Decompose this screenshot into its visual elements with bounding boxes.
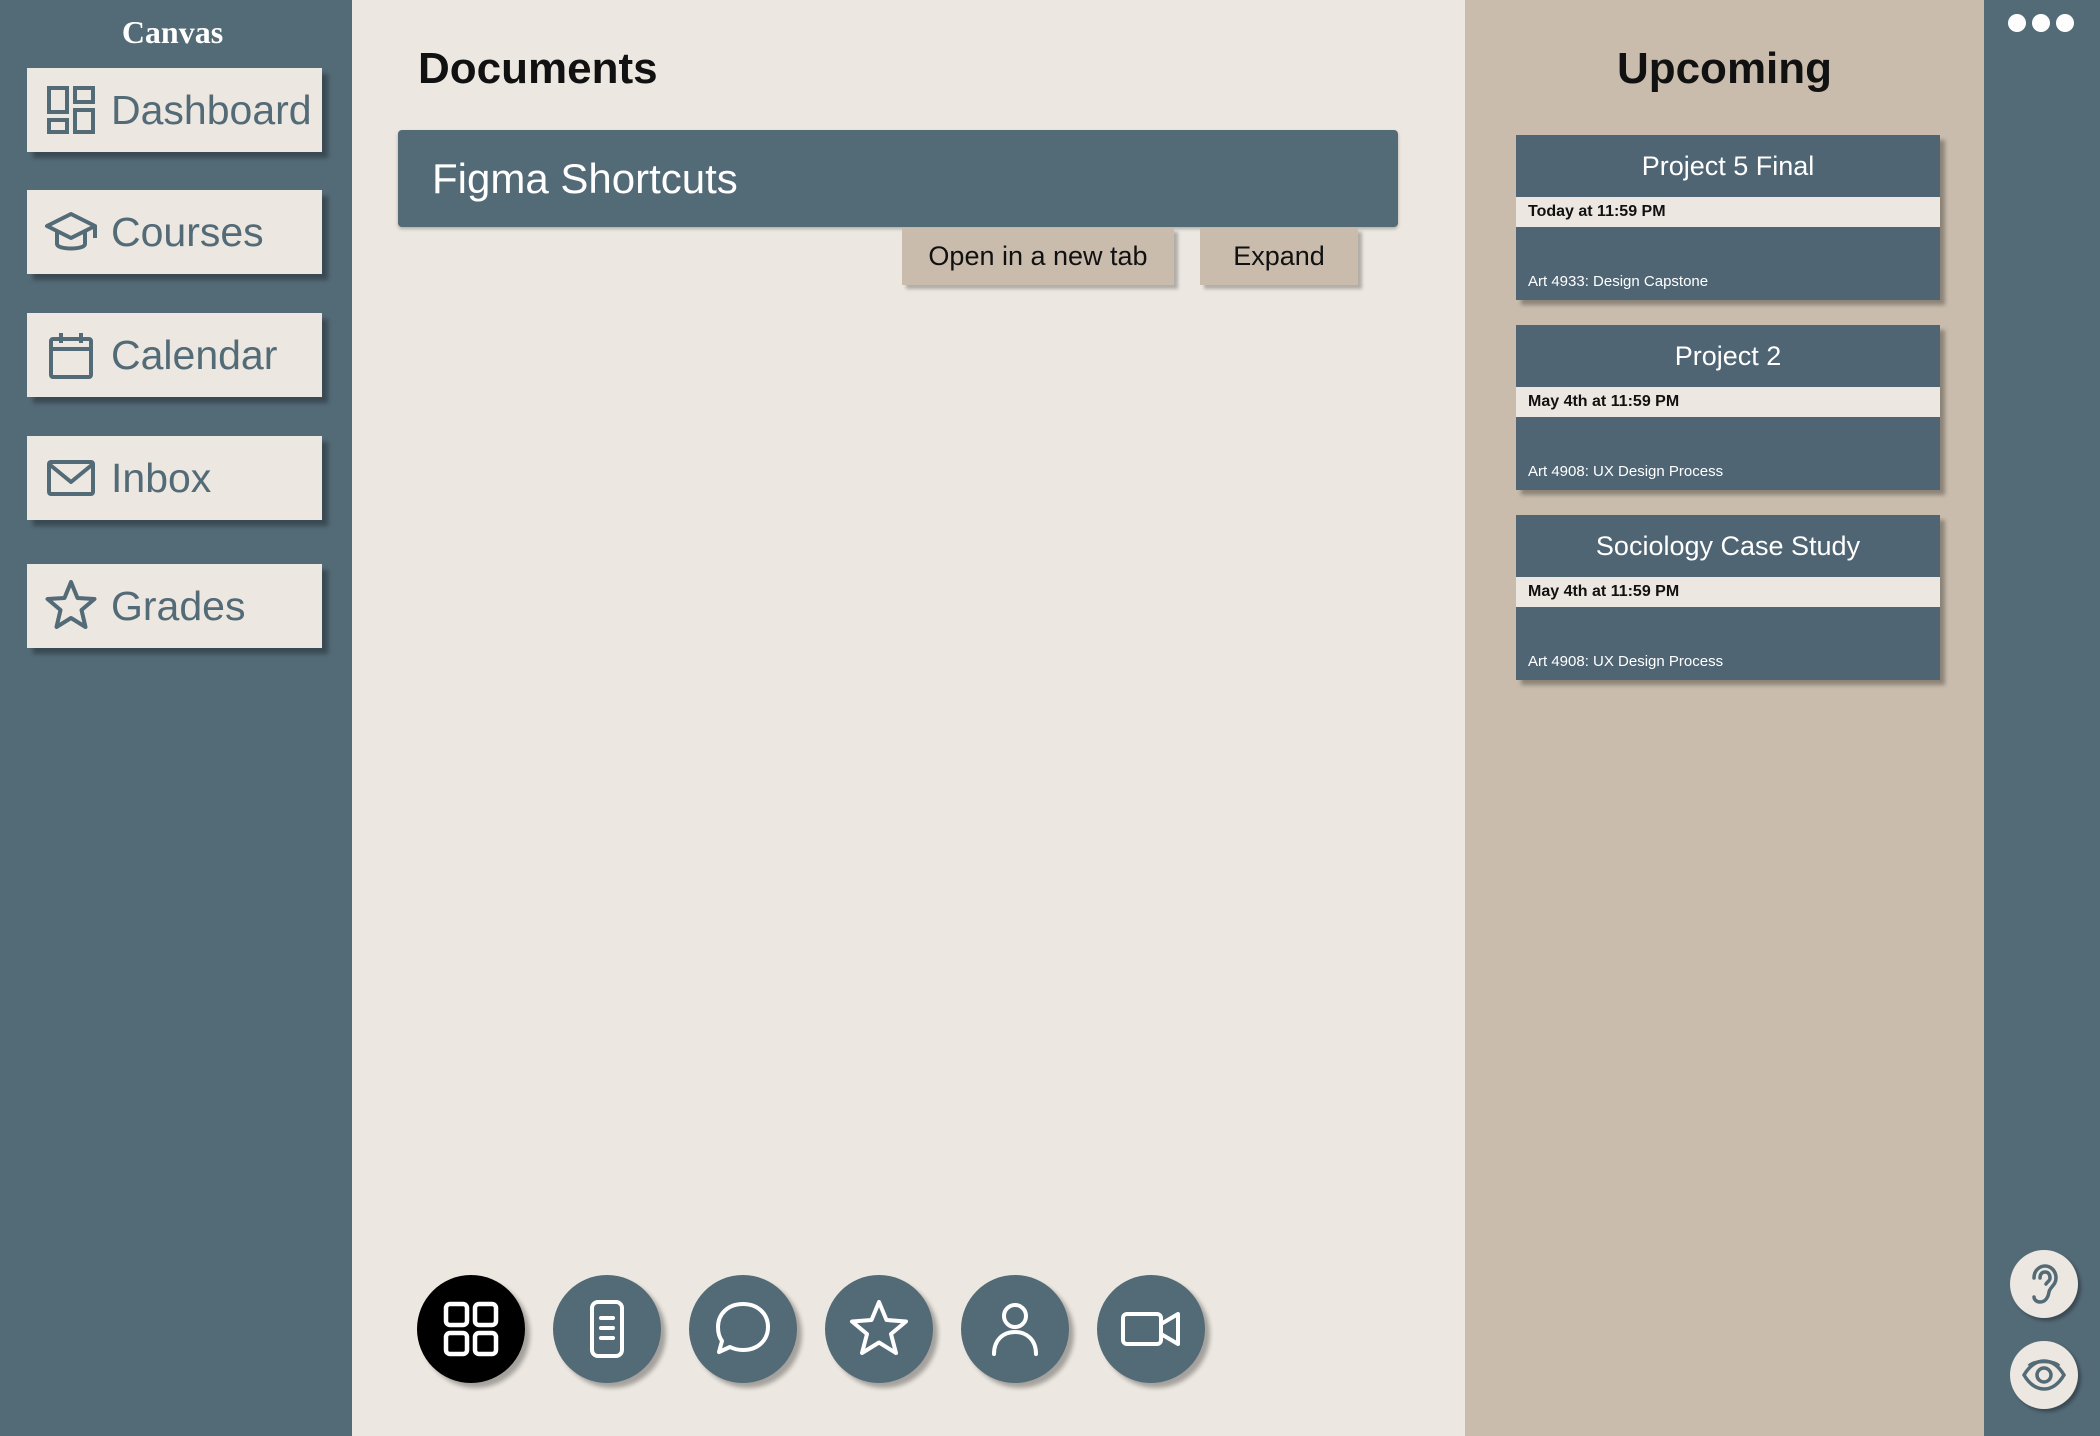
- eye-icon: [2021, 1359, 2067, 1391]
- dashboard-icon: [47, 86, 95, 134]
- documents-button[interactable]: [553, 1275, 661, 1383]
- audio-accessibility-button[interactable]: [2010, 1250, 2078, 1318]
- grid-icon: [443, 1301, 499, 1357]
- expand-button[interactable]: Expand: [1200, 228, 1358, 285]
- calendar-icon: [49, 333, 93, 379]
- dot: [2032, 14, 2050, 32]
- profile-button[interactable]: [961, 1275, 1069, 1383]
- assignment-title: Project 2: [1674, 340, 1782, 371]
- grid-view-button[interactable]: [417, 1275, 525, 1383]
- right-toolbar: [1984, 0, 2100, 1436]
- document-name: Figma Shortcuts: [432, 154, 738, 202]
- assignment-title: Project 5 Final: [1641, 150, 1815, 181]
- assignment-due: May 4th at 11:59 PM: [1516, 387, 1940, 417]
- dot: [2008, 14, 2026, 32]
- assignment-course: Art 4908: UX Design Process: [1528, 463, 1724, 480]
- upcoming-panel: Upcoming Project 5 Final Today at 11:59 …: [1465, 0, 1984, 1436]
- chat-button[interactable]: [689, 1275, 797, 1383]
- sidebar-item-grades[interactable]: Grades: [27, 564, 322, 648]
- app-brand: Canvas: [121, 14, 224, 50]
- assignment-card[interactable]: Sociology Case Study May 4th at 11:59 PM…: [1516, 515, 1940, 680]
- sidebar-item-label: Grades: [111, 582, 246, 629]
- upcoming-title: Upcoming: [1616, 44, 1833, 93]
- sidebar-item-label: Calendar: [111, 331, 278, 378]
- sidebar-item-inbox[interactable]: Inbox: [27, 436, 322, 520]
- sidebar-item-calendar[interactable]: Calendar: [27, 313, 322, 397]
- main-content: Documents Figma Shortcuts Open in a new …: [352, 0, 1465, 1436]
- document-item[interactable]: Figma Shortcuts: [398, 130, 1398, 227]
- video-button[interactable]: [1097, 1275, 1205, 1383]
- chat-icon: [716, 1302, 770, 1354]
- graduation-cap-icon: [45, 212, 97, 251]
- document-icon: [590, 1300, 624, 1358]
- sidebar: Canvas Dashboard Courses Calendar Inbox …: [0, 0, 352, 1436]
- sidebar-item-label: Dashboard: [111, 86, 312, 133]
- assignment-course: Art 4933: Design Capstone: [1528, 273, 1709, 290]
- star-icon: [45, 580, 97, 629]
- sidebar-item-label: Inbox: [111, 454, 212, 501]
- open-new-tab-button[interactable]: Open in a new tab: [902, 228, 1174, 285]
- sidebar-item-courses[interactable]: Courses: [27, 190, 322, 274]
- assignment-due: Today at 11:59 PM: [1516, 197, 1940, 227]
- visual-accessibility-button[interactable]: [2010, 1341, 2078, 1409]
- video-camera-icon: [1121, 1312, 1180, 1346]
- star-icon: [850, 1300, 908, 1355]
- sidebar-item-dashboard[interactable]: Dashboard: [27, 68, 322, 152]
- page-title: Documents: [418, 44, 658, 93]
- person-icon: [992, 1303, 1038, 1356]
- assignment-title: Sociology Case Study: [1595, 530, 1861, 561]
- dot: [2056, 14, 2074, 32]
- ear-icon: [2032, 1264, 2058, 1304]
- assignment-due: May 4th at 11:59 PM: [1516, 577, 1940, 607]
- assignment-course: Art 4908: UX Design Process: [1528, 653, 1724, 670]
- favorites-button[interactable]: [825, 1275, 933, 1383]
- more-dots-icon[interactable]: [2008, 14, 2074, 32]
- mail-icon: [47, 460, 95, 496]
- assignment-card[interactable]: Project 5 Final Today at 11:59 PM Art 49…: [1516, 135, 1940, 300]
- assignment-card[interactable]: Project 2 May 4th at 11:59 PM Art 4908: …: [1516, 325, 1940, 490]
- sidebar-item-label: Courses: [111, 208, 264, 255]
